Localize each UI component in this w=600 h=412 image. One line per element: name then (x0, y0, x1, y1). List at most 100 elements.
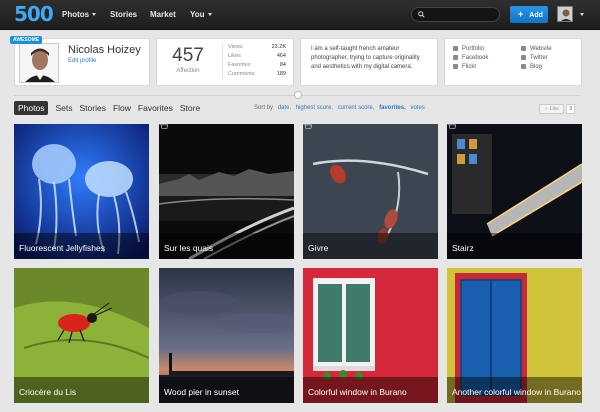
sort-bar: Sort by date, highest score, current sco… (254, 105, 428, 111)
stat-likes: Likes 464 (228, 52, 286, 61)
nav-photos[interactable]: Photos (62, 9, 97, 21)
links-left: Portfolio Facebook Flickr (453, 44, 488, 71)
nav-you[interactable]: You (190, 9, 212, 21)
bio-card: I am a self-taught french amateur photog… (300, 38, 438, 86)
sort-votes[interactable]: votes (410, 105, 424, 111)
photo-tile[interactable]: Sur les quais (159, 124, 294, 259)
link-label: Facebook (462, 54, 489, 61)
photo-tile[interactable]: Another colorful window in Burano (447, 268, 582, 403)
tab-favorites[interactable]: Favorites (138, 101, 173, 115)
photo-tile[interactable]: Colorful window in Burano (303, 268, 438, 403)
sort-current-score[interactable]: current score, (338, 105, 375, 111)
stat-label: Favorites (228, 62, 251, 68)
nav-market-label: Market (150, 10, 176, 19)
sort-date[interactable]: date, (278, 105, 291, 111)
link-label: Portfolio (462, 45, 485, 52)
tab-stories[interactable]: Stories (79, 101, 105, 115)
chevron-down-icon (207, 13, 212, 17)
photo-tile[interactable]: Stairz (447, 124, 582, 259)
affection-card: 457 Affection Views 23.2K Likes 464 Favori… (156, 38, 294, 86)
photo-title: Criocère du Lis (19, 387, 77, 397)
stat-value: 464 (276, 53, 286, 59)
stat-label: Likes (228, 53, 241, 59)
affection-label: Affection (176, 68, 200, 74)
cart-icon (159, 124, 168, 129)
photo-title: Another colorful window in Burano (452, 387, 581, 397)
chevron-down-icon[interactable] (580, 13, 584, 16)
stat-label: Comments (228, 71, 255, 77)
like-count: 3 (566, 104, 575, 114)
sort-highest-score[interactable]: highest score, (296, 105, 333, 111)
stat-value: 23.2K (271, 44, 286, 50)
profile-tabs: Photos Sets Stories Flow Favorites Store (14, 100, 207, 116)
sort-label: Sort by (254, 105, 274, 111)
top-navigation-bar: 500 Photos Stories Market You + Add (0, 0, 600, 30)
photo-title: Stairz (452, 243, 474, 253)
tab-flow[interactable]: Flow (113, 101, 131, 115)
link-label: Blog (530, 63, 543, 70)
stat-favorites: Favorites 84 (228, 61, 286, 70)
plus-icon: + (518, 9, 524, 19)
cart-icon (303, 124, 312, 129)
photo-tile[interactable]: Criocère du Lis (14, 268, 149, 403)
nav-stories-label: Stories (110, 10, 138, 19)
profile-bio: I am a self-taught french amateur photog… (311, 46, 420, 70)
facebook-link[interactable]: Facebook (453, 53, 488, 62)
nav-stories[interactable]: Stories (110, 9, 137, 21)
stat-value: 84 (279, 62, 286, 68)
twitter-link[interactable]: Twitter (521, 53, 552, 62)
affection-value: 457 (172, 45, 204, 66)
stat-label: Views (228, 44, 243, 50)
stats-list: Views 23.2K Likes 464 Favorites 84 Comments… (222, 43, 286, 79)
user-avatar[interactable] (557, 6, 573, 22)
photo-title: Colorful window in Burano (308, 387, 407, 397)
photo-tile[interactable]: Fluorescent Jellyfishes (14, 124, 149, 259)
collapse-toggle[interactable] (294, 91, 302, 99)
avatar-image (558, 7, 572, 21)
twitter-icon (521, 55, 526, 60)
search-icon (418, 11, 425, 18)
add-button[interactable]: + Add (510, 6, 548, 23)
profile-name: Nicolas Hoizey (68, 44, 141, 56)
portfolio-icon (453, 46, 458, 51)
cart-icon (447, 124, 456, 129)
flickr-link[interactable]: Flickr (453, 62, 488, 71)
tab-photos[interactable]: Photos (14, 101, 49, 115)
link-label: Twitter (530, 54, 548, 61)
stat-comments: Comments 189 (228, 70, 286, 79)
stat-views: Views 23.2K (228, 43, 286, 52)
portfolio-link[interactable]: Portfolio (453, 44, 488, 53)
profile-card: Nicolas Hoizey Edit profile (14, 38, 150, 86)
awesome-badge: AWESOME (10, 36, 43, 44)
photo-title: Wood pier in sunset (164, 387, 239, 397)
like-button[interactable]: ✓ Like (539, 104, 564, 114)
photo-tile[interactable]: Givre (303, 124, 438, 259)
chevron-down-icon (92, 13, 97, 17)
website-link[interactable]: Website (521, 44, 552, 53)
photo-title: Givre (308, 243, 329, 253)
nav-photos-label: Photos (62, 10, 90, 19)
facebook-icon (453, 55, 458, 60)
flickr-icon (453, 64, 458, 69)
photo-title: Fluorescent Jellyfishes (19, 243, 105, 253)
edit-profile-link[interactable]: Edit profile (68, 58, 96, 64)
link-label: Website (530, 45, 552, 52)
search-input[interactable] (411, 7, 500, 22)
blog-link[interactable]: Blog (521, 62, 552, 71)
link-label: Flickr (462, 63, 477, 70)
nav-market[interactable]: Market (150, 9, 176, 21)
blog-icon (521, 64, 526, 69)
stat-value: 189 (276, 71, 286, 77)
website-icon (521, 46, 526, 51)
nav-you-label: You (190, 10, 205, 19)
links-right: Website Twitter Blog (521, 44, 552, 71)
site-logo[interactable]: 500 (14, 3, 54, 25)
photo-tile[interactable]: Wood pier in sunset (159, 268, 294, 403)
photo-title: Sur les quais (164, 243, 214, 253)
sort-favorites[interactable]: favorites, (379, 105, 406, 111)
like-label: Like (549, 106, 559, 112)
profile-portrait (20, 44, 58, 82)
tab-store[interactable]: Store (180, 101, 200, 115)
profile-photo[interactable] (19, 43, 59, 83)
tab-sets[interactable]: Sets (55, 101, 72, 115)
